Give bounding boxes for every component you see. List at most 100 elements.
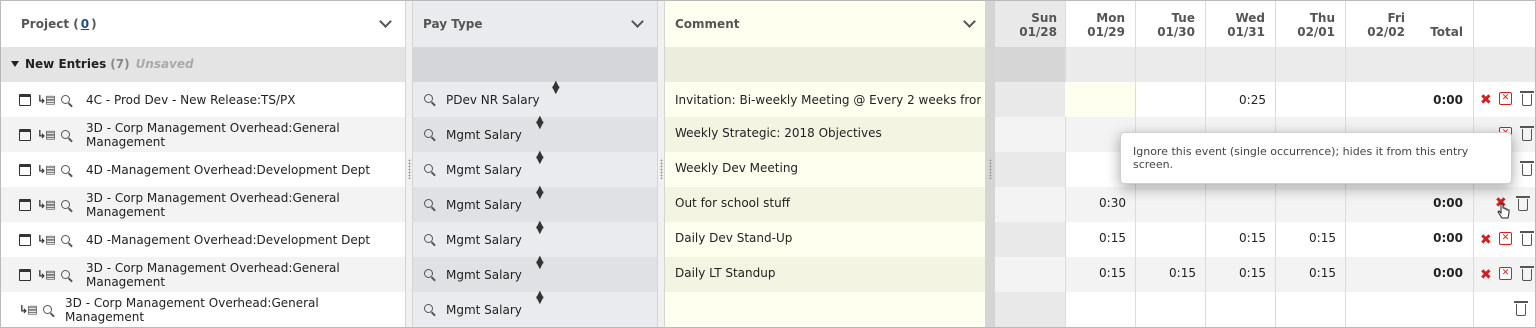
chevron-down-icon[interactable] xyxy=(379,15,392,28)
split-entry-icon[interactable]: ↳▤ xyxy=(37,233,56,246)
search-icon[interactable] xyxy=(424,94,433,103)
split-entry-icon[interactable]: ↳▤ xyxy=(37,198,56,211)
comment-cell[interactable]: Weekly Dev Meeting xyxy=(675,150,981,185)
pay-type-cell[interactable]: Mgmt Salary xyxy=(446,222,536,257)
project-cell[interactable]: 3D - Corp Management Overhead:General Ma… xyxy=(65,292,401,327)
split-entry-icon[interactable]: ↳▤ xyxy=(37,268,56,281)
hand-cursor-icon xyxy=(1497,203,1510,219)
split-entry-icon[interactable]: ↳▤ xyxy=(19,303,38,316)
search-icon[interactable] xyxy=(424,304,433,313)
time-cell[interactable]: 0:15 xyxy=(1076,255,1126,290)
calendar-icon[interactable] xyxy=(19,93,31,106)
trash-icon[interactable] xyxy=(1520,266,1534,281)
time-cell[interactable]: 0:30 xyxy=(1076,185,1126,220)
trash-icon[interactable] xyxy=(1520,126,1534,141)
search-icon[interactable] xyxy=(424,129,433,138)
day-header-dow: Tue xyxy=(1171,11,1195,25)
trash-icon[interactable] xyxy=(1520,231,1534,246)
day-header-date: 01/31 xyxy=(1227,25,1265,39)
search-icon[interactable] xyxy=(60,165,70,174)
calendar-icon[interactable] xyxy=(19,128,31,141)
calendar-icon[interactable] xyxy=(19,198,31,211)
project-cell[interactable]: 4D -Management Overhead:Development Dept xyxy=(86,152,402,187)
calendar-icon[interactable] xyxy=(19,233,31,246)
trash-icon[interactable] xyxy=(1520,91,1534,106)
project-cell[interactable]: 3D - Corp Management Overhead:General Ma… xyxy=(86,187,402,222)
sort-updown-icon[interactable]: ▲ ▼ xyxy=(536,150,544,187)
comment-cell[interactable]: Weekly Strategic: 2018 Objectives xyxy=(675,115,981,150)
project-cell[interactable]: 4C - Prod Dev - New Release:TS/PX xyxy=(86,82,402,117)
search-icon[interactable] xyxy=(424,234,433,243)
ignore-series-icon[interactable]: ✕ xyxy=(1499,267,1512,280)
sort-updown-icon[interactable]: ▲ ▼ xyxy=(552,80,560,117)
trash-icon[interactable] xyxy=(1514,301,1528,316)
project-cell[interactable]: 3D - Corp Management Overhead:General Ma… xyxy=(86,257,402,292)
chevron-down-icon[interactable] xyxy=(631,15,644,28)
pay-type-cell[interactable]: Mgmt Salary xyxy=(446,292,536,327)
search-icon[interactable] xyxy=(60,235,70,244)
chevron-down-icon[interactable] xyxy=(963,15,976,28)
ignore-x-icon[interactable]: ✖ xyxy=(1480,257,1492,292)
split-entry-icon[interactable]: ↳▤ xyxy=(37,128,56,141)
time-cell[interactable]: 0:15 xyxy=(1286,255,1336,290)
day-header-date: 01/28 xyxy=(1019,25,1057,39)
group-toggle[interactable]: New Entries (7) Unsaved xyxy=(11,57,194,71)
resize-grip[interactable] xyxy=(660,159,663,179)
calendar-icon[interactable] xyxy=(19,163,31,176)
time-cell[interactable]: 0:15 xyxy=(1286,220,1336,255)
pay-type-cell[interactable]: Mgmt Salary xyxy=(446,257,536,292)
time-cell[interactable]: 0:15 xyxy=(1216,220,1266,255)
pay-type-cell[interactable]: Mgmt Salary xyxy=(446,117,536,152)
pay-type-cell[interactable]: Mgmt Salary xyxy=(446,187,536,222)
day-header-date: 02/02 xyxy=(1367,25,1405,39)
comment-cell[interactable]: Daily LT Standup xyxy=(675,255,981,290)
search-icon[interactable] xyxy=(424,269,433,278)
ignore-x-icon[interactable]: ✖ xyxy=(1480,82,1492,117)
caret-down-icon[interactable] xyxy=(11,61,19,67)
comment-column-header[interactable]: Comment xyxy=(675,1,981,47)
comment-cell[interactable]: Daily Dev Stand-Up xyxy=(675,220,981,255)
split-entry-icon[interactable]: ↳▤ xyxy=(37,93,56,106)
search-icon[interactable] xyxy=(60,130,70,139)
project-count-link[interactable]: 0 xyxy=(81,17,89,31)
split-entry-icon[interactable]: ↳▤ xyxy=(37,163,56,176)
sort-updown-icon[interactable]: ▲ ▼ xyxy=(536,290,544,327)
sort-updown-icon[interactable]: ▲ ▼ xyxy=(536,220,544,257)
time-cell[interactable]: 0:25 xyxy=(1216,82,1266,117)
time-cell[interactable]: 0:15 xyxy=(1146,255,1196,290)
pay-type-cell[interactable]: Mgmt Salary xyxy=(446,152,536,187)
project-header-label: Project ( xyxy=(21,17,79,31)
search-icon[interactable] xyxy=(60,95,70,104)
ignore-series-icon[interactable]: ✕ xyxy=(1499,92,1512,105)
sort-updown-icon[interactable]: ▲ ▼ xyxy=(536,255,544,292)
sort-updown-icon[interactable]: ▲ ▼ xyxy=(536,115,544,152)
pay-type-column-header[interactable]: Pay Type xyxy=(423,1,653,47)
search-icon[interactable] xyxy=(424,199,433,208)
resize-grip[interactable] xyxy=(989,159,992,179)
ignore-x-icon[interactable]: ✖ xyxy=(1480,222,1492,257)
comment-cell[interactable] xyxy=(675,292,981,327)
sort-updown-icon[interactable]: ▲ ▼ xyxy=(536,185,544,222)
time-cell[interactable]: 0:15 xyxy=(1076,220,1126,255)
day-header-sun: Sun 01/28 xyxy=(1005,11,1057,39)
time-cell[interactable]: 0:15 xyxy=(1216,255,1266,290)
search-icon[interactable] xyxy=(60,270,70,279)
search-icon[interactable] xyxy=(42,305,52,314)
search-icon[interactable] xyxy=(424,164,433,173)
project-cell[interactable]: 4D -Management Overhead:Development Dept xyxy=(86,222,402,257)
comment-cell[interactable]: Invitation: Bi-weekly Meeting @ Every 2 … xyxy=(675,82,981,117)
row-tools: ↳▤ xyxy=(19,117,70,152)
project-cell[interactable]: 3D - Corp Management Overhead:General Ma… xyxy=(86,117,402,152)
project-column-header[interactable]: Project (0) xyxy=(21,1,401,47)
comment-cell[interactable]: Out for school stuff xyxy=(675,185,981,220)
column-line xyxy=(1065,1,1066,327)
search-icon[interactable] xyxy=(60,200,70,209)
day-header-fri: Fri 02/02 xyxy=(1353,11,1405,39)
trash-icon[interactable] xyxy=(1520,161,1534,176)
calendar-icon[interactable] xyxy=(19,268,31,281)
ignore-tooltip: Ignore this event (single occurrence); h… xyxy=(1120,132,1512,184)
resize-grip[interactable] xyxy=(408,159,411,179)
ignore-series-icon[interactable]: ✕ xyxy=(1499,232,1512,245)
pay-type-cell[interactable]: PDev NR Salary xyxy=(446,82,556,117)
trash-icon[interactable] xyxy=(1516,196,1530,211)
